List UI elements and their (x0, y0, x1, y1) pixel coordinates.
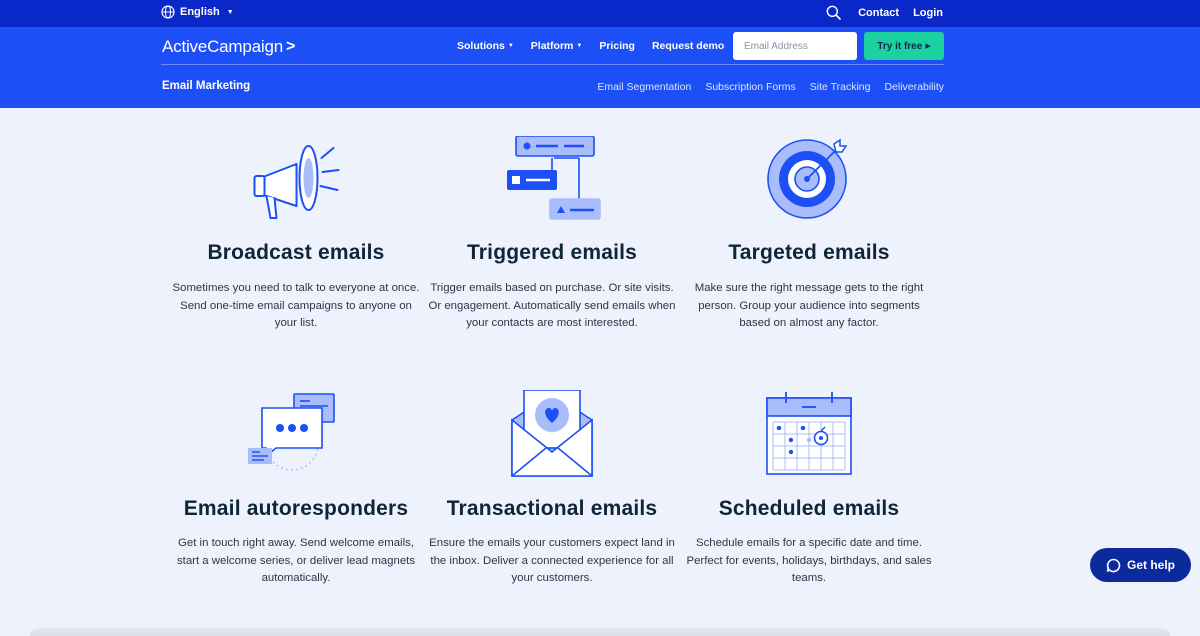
try-it-free-button[interactable]: Try it free ▶ (864, 32, 944, 60)
chevron-down-icon: ▼ (576, 43, 583, 49)
subnav-subscription-forms[interactable]: Subscription Forms (705, 81, 795, 93)
get-help-button[interactable]: Get help (1090, 548, 1191, 582)
nav-request-demo[interactable]: Request demo (652, 40, 724, 52)
login-link[interactable]: Login (913, 7, 943, 19)
utility-bar: English ▼ Contact Login (0, 0, 1200, 27)
page-bottom-edge (30, 628, 1170, 636)
main-navigation: ActiveCampaign > Solutions ▼ Platform ▼ Pr… (0, 27, 1200, 108)
section-title[interactable]: Email Marketing (162, 80, 250, 92)
play-arrow-icon: ▶ (925, 43, 931, 50)
logo-text: ActiveCampaign (162, 37, 283, 56)
chevron-down-icon: ▼ (226, 8, 234, 16)
email-address-input[interactable] (733, 32, 857, 60)
target-icon (767, 138, 848, 219)
feature-description: Schedule emails for a specific date and … (686, 537, 932, 584)
feature-description: Ensure the emails your customers expect … (429, 537, 675, 584)
feature-description: Sometimes you need to talk to everyone a… (172, 282, 420, 329)
nav-platform[interactable]: Platform ▼ (531, 40, 583, 52)
subnav-site-tracking[interactable]: Site Tracking (810, 81, 871, 93)
sub-navigation: Email Segmentation Subscription Forms Si… (597, 81, 944, 93)
nav-solutions[interactable]: Solutions ▼ (457, 40, 514, 52)
get-help-label: Get help (1126, 558, 1175, 572)
logo[interactable]: ActiveCampaign > (162, 37, 295, 57)
chevron-down-icon: ▼ (507, 43, 514, 49)
feature-description: Make sure the right message gets to the … (694, 282, 924, 329)
workflow-icon (507, 136, 601, 220)
envelope-heart-icon (511, 390, 593, 477)
nav-platform-label: Platform (530, 40, 574, 52)
chat-bubbles-icon (248, 393, 335, 471)
feature-title: Targeted emails (728, 241, 890, 264)
language-label: English (180, 6, 220, 18)
language-selector[interactable]: English ▼ (161, 5, 234, 19)
subnav-email-segmentation[interactable]: Email Segmentation (597, 81, 691, 93)
nav-solutions-label: Solutions (457, 40, 505, 52)
megaphone-icon (253, 145, 340, 219)
feature-description: Trigger emails based on purchase. Or sit… (428, 282, 676, 329)
search-icon[interactable] (826, 5, 841, 20)
try-it-free-label: Try it free (877, 40, 923, 52)
globe-icon (161, 5, 175, 19)
feature-description: Get in touch right away. Send welcome em… (176, 537, 416, 584)
nav-divider (161, 64, 944, 65)
subnav-deliverability[interactable]: Deliverability (884, 81, 944, 93)
nav-pricing[interactable]: Pricing (599, 40, 635, 52)
feature-title: Scheduled emails (718, 497, 900, 520)
logo-chevron-icon: > (285, 38, 296, 55)
calendar-icon (766, 392, 852, 475)
contact-link[interactable]: Contact (858, 7, 899, 19)
chat-bubble-icon (1106, 558, 1121, 572)
